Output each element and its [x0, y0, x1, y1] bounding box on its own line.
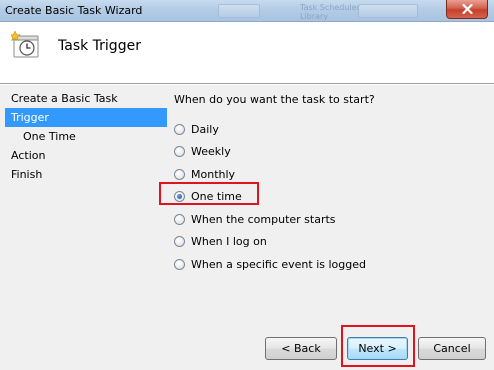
trigger-options-panel: When do you want the task to start? Dail… — [174, 93, 484, 276]
nav-step-label: Create a Basic Task — [11, 92, 118, 105]
radio-button[interactable] — [174, 146, 185, 158]
radio-option-computer-starts[interactable]: When the computer starts — [174, 208, 484, 231]
radio-option-weekly[interactable]: Weekly — [174, 141, 484, 164]
radio-button-selected[interactable] — [174, 191, 185, 203]
title-bar: Create Basic Task Wizard Task Scheduler … — [0, 0, 494, 22]
nav-step-finish[interactable]: Finish — [5, 165, 167, 184]
nav-step-one-time[interactable]: One Time — [5, 127, 167, 146]
radio-label: When the computer starts — [191, 212, 336, 226]
radio-label: Daily — [191, 122, 219, 136]
radio-button[interactable] — [174, 236, 185, 248]
clock-task-icon — [11, 31, 39, 58]
wizard-steps-nav: Create a Basic Task Trigger One Time Act… — [5, 89, 167, 184]
radio-button[interactable] — [174, 258, 185, 270]
background-window-button — [358, 4, 418, 18]
trigger-question: When do you want the task to start? — [174, 93, 375, 106]
radio-button[interactable] — [174, 123, 185, 135]
nav-step-label: Action — [11, 149, 46, 162]
close-button[interactable] — [446, 0, 488, 19]
radio-option-log-on[interactable]: When I log on — [174, 231, 484, 254]
radio-label: Weekly — [191, 145, 231, 159]
radio-label: When a specific event is logged — [191, 257, 366, 271]
radio-label: Monthly — [191, 167, 236, 181]
radio-option-one-time[interactable]: One time — [174, 186, 484, 209]
radio-button[interactable] — [174, 213, 185, 225]
nav-step-trigger[interactable]: Trigger — [5, 108, 167, 127]
radio-option-event-logged[interactable]: When a specific event is logged — [174, 253, 484, 276]
nav-step-label: One Time — [23, 130, 76, 143]
radio-label: When I log on — [191, 235, 267, 249]
close-icon — [461, 4, 473, 14]
window-title: Create Basic Task Wizard — [5, 4, 143, 17]
wizard-body: Create a Basic Task Trigger One Time Act… — [0, 85, 494, 370]
background-window-button — [218, 4, 260, 18]
radio-label: One time — [191, 190, 242, 204]
page-title: Task Trigger — [58, 38, 141, 54]
nav-step-label: Trigger — [11, 111, 49, 124]
radio-option-daily[interactable]: Daily — [174, 118, 484, 141]
radio-option-monthly[interactable]: Monthly — [174, 163, 484, 186]
nav-step-create-basic-task[interactable]: Create a Basic Task — [5, 89, 167, 108]
nav-step-action[interactable]: Action — [5, 146, 167, 165]
back-button[interactable]: < Back — [265, 337, 337, 360]
radio-button[interactable] — [174, 168, 185, 180]
wizard-header: Task Trigger — [0, 22, 494, 84]
cancel-button[interactable]: Cancel — [418, 337, 486, 360]
nav-step-label: Finish — [11, 168, 43, 181]
next-button[interactable]: Next > — [347, 337, 408, 360]
